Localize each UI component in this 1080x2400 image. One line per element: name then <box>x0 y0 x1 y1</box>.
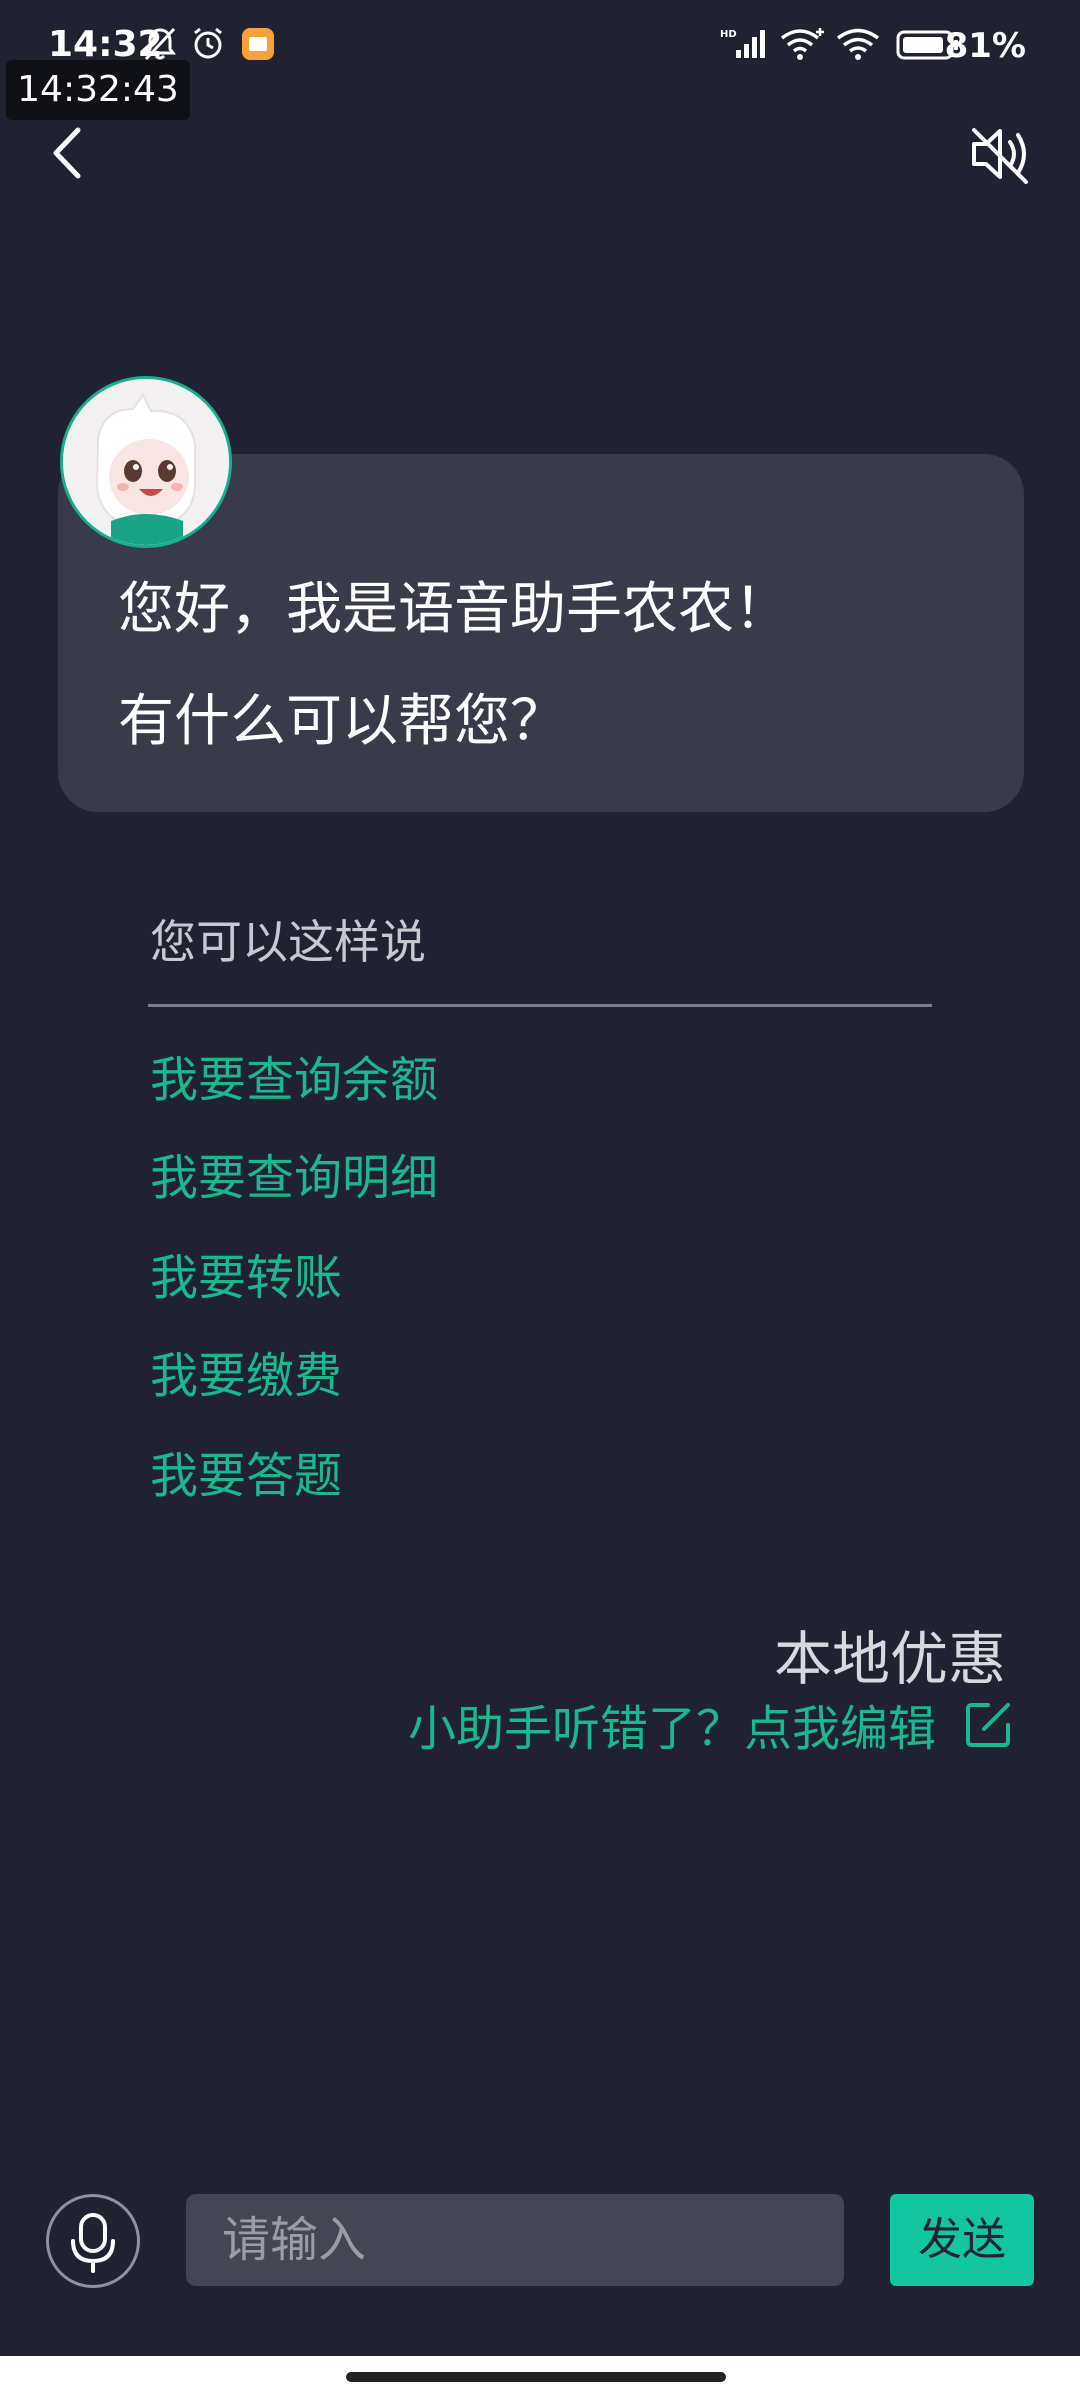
edit-icon <box>966 1703 1010 1747</box>
notification-app-icon <box>242 28 274 60</box>
edit-recognition-link[interactable]: 小助手听错了？点我编辑 <box>407 1692 1014 1757</box>
user-message-text: 本地优惠 <box>773 1625 1006 1693</box>
assistant-greeting-line2: 有什么可以帮您？ <box>118 689 566 754</box>
time-overlay: 14:32:43 <box>6 60 190 120</box>
mute-toggle-button[interactable] <box>964 118 1036 190</box>
home-indicator[interactable] <box>346 2372 726 2382</box>
svg-text:HD: HD <box>720 29 737 40</box>
speaker-muted-icon <box>972 128 1028 184</box>
suggestions-title: 您可以这样说 <box>150 915 426 969</box>
message-input[interactable] <box>186 2194 844 2286</box>
voice-input-button[interactable] <box>46 2194 140 2288</box>
hd-signal-icon: HD <box>720 29 765 58</box>
suggestions-divider <box>148 1004 932 1007</box>
send-button[interactable]: 发送 <box>890 2194 1034 2286</box>
suggestion-quiz[interactable]: 我要答题 <box>150 1436 342 1506</box>
suggestion-query-details[interactable]: 我要查询明细 <box>150 1138 438 1208</box>
alarm-icon <box>194 27 222 59</box>
wifi-plus-icon <box>780 28 824 60</box>
assistant-greeting-line1: 您好，我是语音助手农农！ <box>118 577 790 642</box>
bell-off-icon <box>144 27 176 61</box>
mascot-avatar-icon <box>63 379 229 545</box>
edit-prompt-text: 小助手听错了？点我编辑 <box>407 1701 936 1757</box>
assistant-avatar <box>60 376 232 548</box>
suggestion-transfer[interactable]: 我要转账 <box>150 1238 342 1308</box>
suggestion-pay-bills[interactable]: 我要缴费 <box>150 1336 342 1406</box>
microphone-icon <box>71 2213 115 2273</box>
back-button[interactable] <box>40 118 100 188</box>
battery-percent: 81% <box>944 26 1026 66</box>
chevron-left-icon <box>53 127 81 179</box>
wifi-icon <box>836 28 880 60</box>
suggestion-query-balance[interactable]: 我要查询余额 <box>150 1040 438 1110</box>
